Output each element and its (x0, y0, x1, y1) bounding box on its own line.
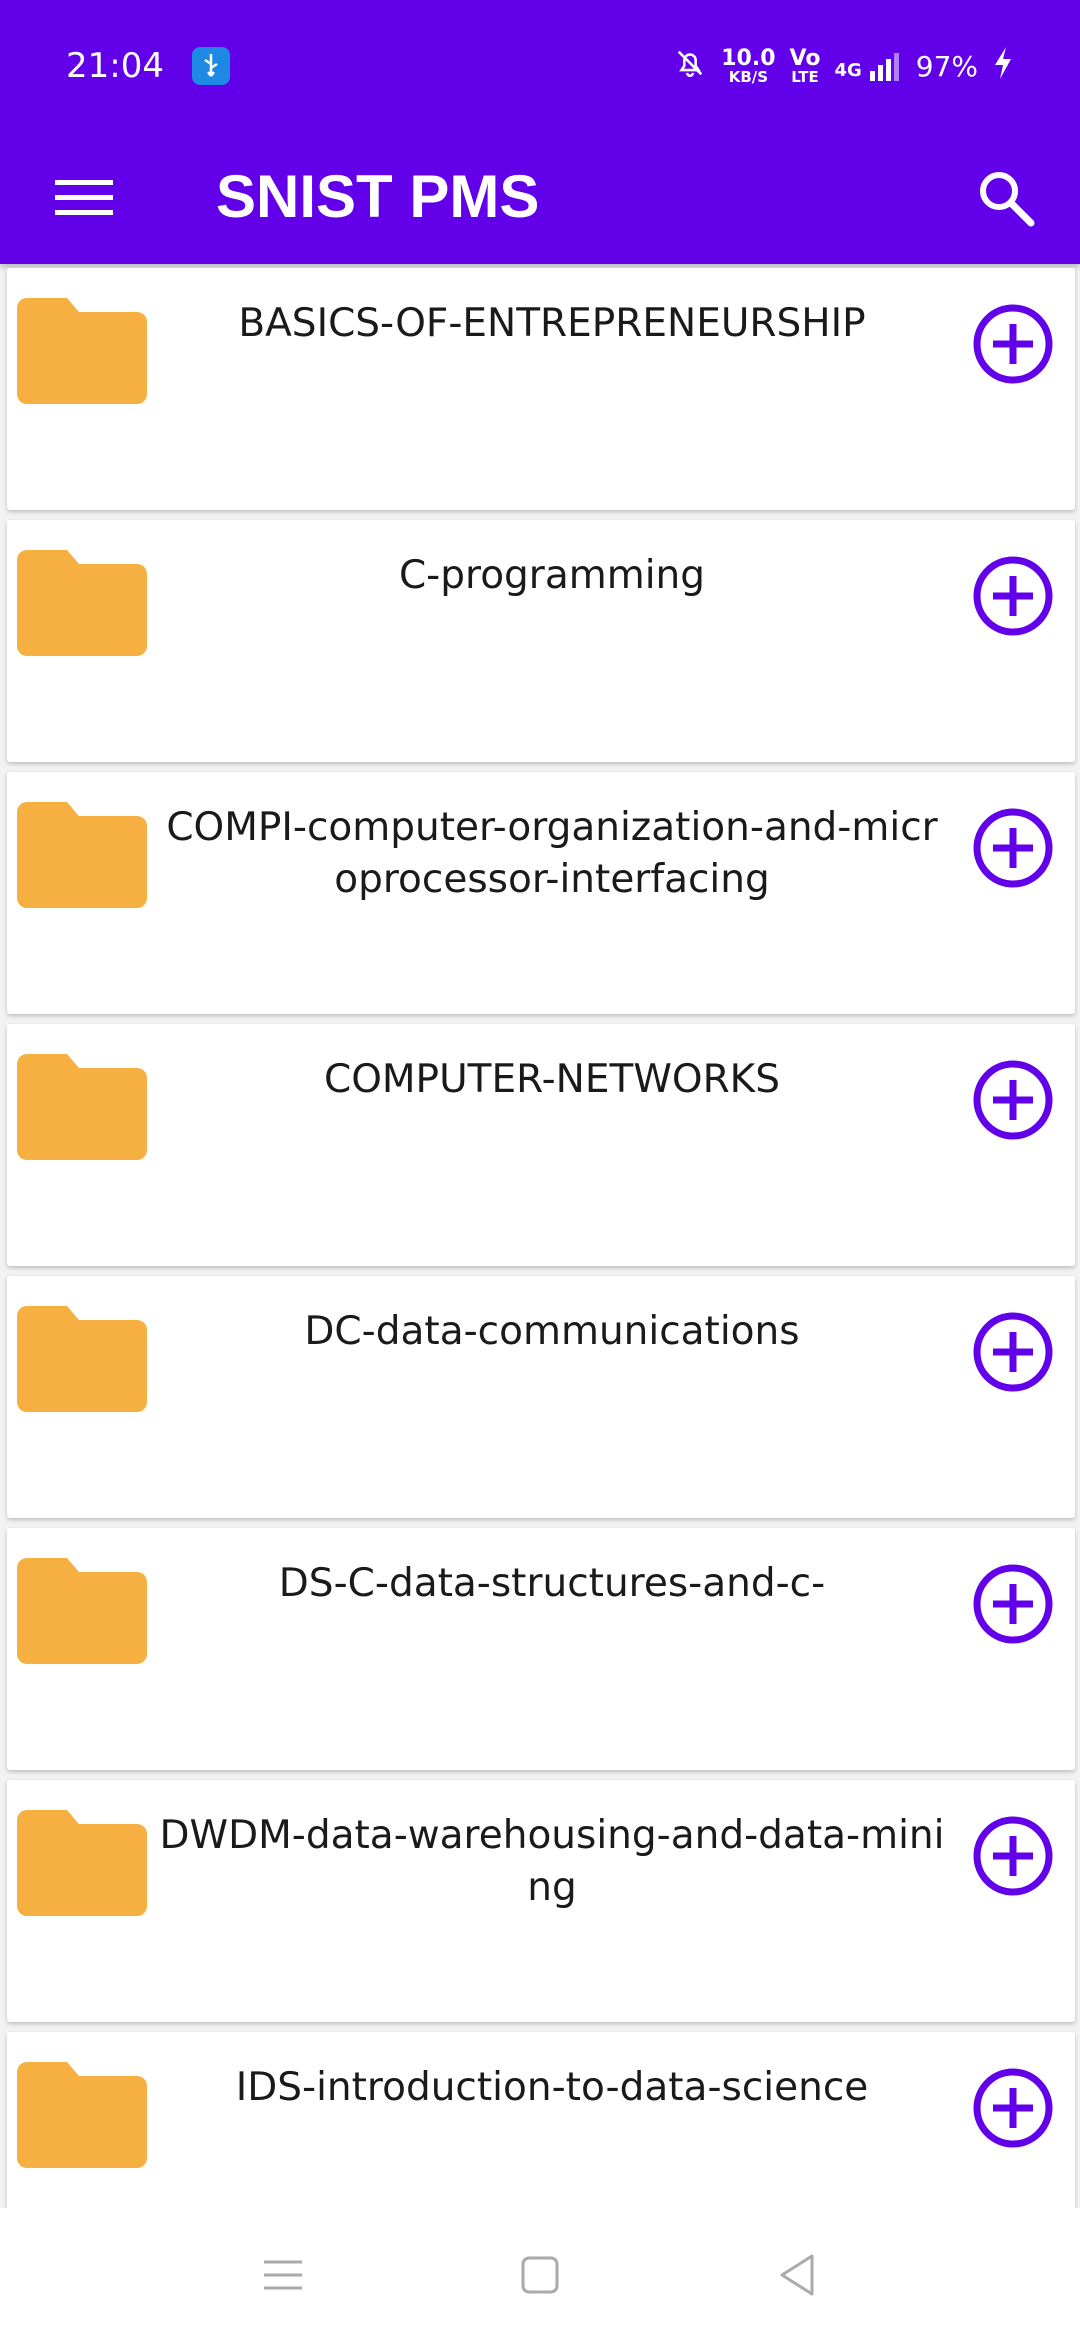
recent-apps-icon[interactable] (258, 2250, 308, 2300)
folder-card[interactable]: DS-C-data-structures-and-c- (7, 1528, 1075, 1770)
folder-card[interactable]: BASICS-OF-ENTREPRENEURSHIP (7, 268, 1075, 510)
add-circle-icon[interactable] (971, 2066, 1055, 2150)
folder-name: DS-C-data-structures-and-c- (278, 1561, 826, 1606)
hamburger-icon (55, 180, 113, 215)
menu-button[interactable] (52, 166, 116, 230)
add-circle-icon[interactable] (971, 302, 1055, 386)
folder-card[interactable]: COMPUTER-NETWORKS (7, 1024, 1075, 1266)
app-title: SNIST PMS (216, 163, 540, 230)
folder-card[interactable]: COMPI-computer-organization-and-micropro… (7, 772, 1075, 1014)
search-button[interactable] (972, 164, 1040, 232)
folder-icon (17, 1306, 147, 1412)
network-type: 4G (834, 60, 862, 81)
folder-name: DC-data-communications (304, 1309, 800, 1354)
folder-card[interactable]: DWDM-data-warehousing-and-data-mining (7, 1780, 1075, 2022)
status-time: 21:04 (66, 46, 164, 86)
folder-card[interactable]: C-programming (7, 520, 1075, 762)
battery-percent: 97% (915, 49, 978, 83)
volte-indicator: Vo LTE (789, 45, 821, 86)
signal-indicator: 4G (834, 51, 901, 81)
folder-name: C-programming (398, 553, 706, 598)
add-circle-icon[interactable] (971, 1562, 1055, 1646)
signal-icon (869, 53, 899, 81)
folder-card[interactable]: DC-data-communications (7, 1276, 1075, 1518)
back-icon[interactable] (772, 2250, 822, 2300)
mute-icon (673, 46, 707, 87)
speed-value: 10.0 (721, 45, 776, 71)
home-icon[interactable] (515, 2250, 565, 2300)
volte-bottom: LTE (791, 67, 819, 86)
folder-icon (17, 1054, 147, 1160)
folder-icon (17, 1558, 147, 1664)
folder-icon (17, 1810, 147, 1916)
folder-name: COMPUTER-NETWORKS (323, 1057, 781, 1102)
network-speed: 10.0 KB/S (721, 45, 776, 86)
add-circle-icon[interactable] (971, 806, 1055, 890)
app-bar: SNIST PMS (0, 132, 1080, 264)
folder-icon (17, 2062, 147, 2168)
folder-card[interactable]: IDS-introduction-to-data-science (7, 2032, 1075, 2208)
add-circle-icon[interactable] (971, 1814, 1055, 1898)
usb-icon (191, 47, 230, 85)
folder-name: DWDM-data-warehousing-and-data-mining (159, 1813, 945, 1910)
folder-icon (17, 298, 147, 404)
system-nav-bar (0, 2208, 1080, 2340)
folder-name: COMPI-computer-organization-and-micropro… (166, 805, 938, 902)
folder-name: BASICS-OF-ENTREPRENEURSHIP (238, 301, 866, 346)
folder-name: IDS-introduction-to-data-science (235, 2065, 869, 2110)
add-circle-icon[interactable] (971, 1058, 1055, 1142)
add-circle-icon[interactable] (971, 1310, 1055, 1394)
charging-icon (992, 45, 1014, 88)
search-icon (980, 172, 1035, 227)
status-bar: 21:04 10.0 KB/S Vo LTE 4G 97% (0, 0, 1080, 132)
speed-unit: KB/S (728, 67, 769, 86)
folder-icon (17, 550, 147, 656)
add-circle-icon[interactable] (971, 554, 1055, 638)
folder-list[interactable]: BASICS-OF-ENTREPRENEURSHIP C-programming… (0, 264, 1080, 2208)
folder-icon (17, 802, 147, 908)
volte-top: Vo (789, 45, 821, 71)
